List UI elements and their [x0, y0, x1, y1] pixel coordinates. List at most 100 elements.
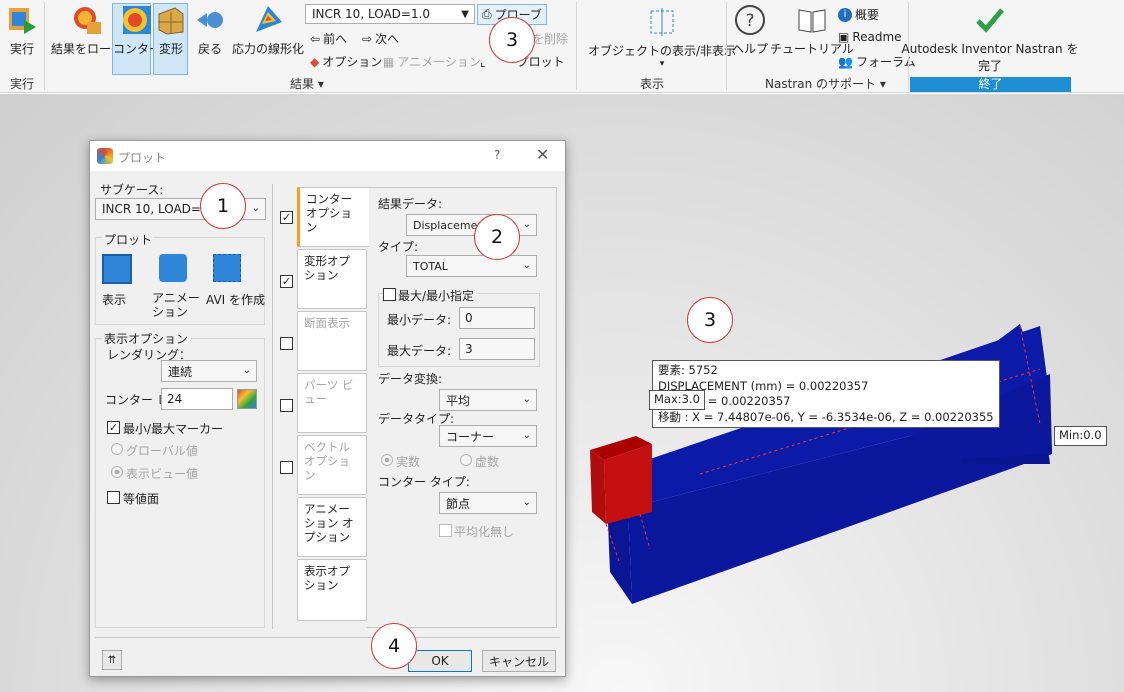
imaginary-radio[interactable]	[460, 454, 472, 466]
data-type-select[interactable]: コーナー ⌄	[439, 425, 537, 447]
data-transform-select[interactable]: 平均 ⌄	[439, 389, 537, 411]
tab-display-options[interactable]: 表示オプション	[297, 559, 367, 621]
vector-options-checkbox[interactable]	[280, 461, 293, 474]
probe-line-components: 移動 : X = 7.44807e-06, Y = -6.3534e-06, Z…	[658, 409, 994, 424]
linearize-button[interactable]: 応力の線形化	[232, 4, 304, 57]
real-label: 実数	[396, 455, 421, 469]
animation-button[interactable]: ▦ アニメーション	[383, 53, 481, 70]
delete-probe-button[interactable]: を削除	[532, 30, 568, 47]
run-label: 実行	[9, 42, 34, 56]
min-data-input[interactable]: 0	[459, 307, 535, 329]
data-type-value: コーナー	[446, 429, 495, 444]
show-hide-icon	[650, 8, 674, 36]
avi-record-icon[interactable]	[213, 254, 241, 282]
animation-plot-label[interactable]: アニメーション	[152, 291, 202, 319]
deform-label: 変形	[158, 42, 183, 56]
tab-contour-options[interactable]: コンター オプション	[297, 187, 369, 247]
contour-levels-input[interactable]: 24	[161, 388, 233, 410]
next-button[interactable]: ⇨ 次へ	[362, 30, 399, 47]
options-button[interactable]: ◆ オプション	[310, 53, 382, 70]
tab-section-view[interactable]: 断面表示	[297, 311, 367, 371]
chevron-down-icon: ⌄	[522, 394, 531, 405]
dialog-titlebar: プロット ? ✕	[90, 141, 565, 171]
minmax-marker-label: 最小/最大マーカー	[123, 422, 224, 436]
back-button[interactable]: 戻る	[194, 4, 226, 57]
dialog-close-icon[interactable]: ✕	[536, 145, 549, 164]
tutorial-book-icon	[798, 9, 826, 33]
deform-button[interactable]: 変形	[155, 4, 187, 57]
type-select[interactable]: TOTAL ⌄	[406, 255, 537, 277]
color-scale-icon[interactable]	[237, 389, 257, 409]
display-options-label: 表示オプション	[102, 330, 191, 347]
ribbon: 実行 実行 結果をロード コンター 変形 戻る 応力の線形化 INCR 10, …	[0, 0, 1124, 93]
contour-type-select[interactable]: 節点 ⌄	[439, 492, 537, 514]
contour-levels-label: コンター レ	[105, 393, 169, 407]
minmax-spec-checkbox[interactable]	[383, 288, 396, 301]
group-run: 実行	[10, 77, 35, 91]
show-plot-label[interactable]: 表示	[102, 291, 126, 308]
part-view-checkbox[interactable]	[280, 399, 293, 412]
arrow-right-icon: ⇨	[362, 31, 373, 46]
deform-options-checkbox[interactable]: ✓	[280, 275, 293, 288]
real-radio[interactable]	[381, 454, 393, 466]
back-label: 戻る	[197, 42, 222, 56]
prev-button[interactable]: ⇦ 前へ	[310, 30, 347, 47]
subcase-label: サブケース:	[100, 183, 164, 197]
tab-part-view[interactable]: パーツ ビュー	[297, 373, 367, 433]
finish-label-1: Autodesk Inventor Nastran を	[901, 42, 1079, 56]
run-button[interactable]: 実行	[6, 4, 38, 57]
iso-surface-checkbox[interactable]	[107, 491, 120, 504]
divider	[44, 2, 45, 90]
tab-deform-options[interactable]: 変形オプション	[297, 249, 367, 309]
divider	[726, 2, 727, 90]
finish-label-2: 完了	[977, 59, 1002, 73]
global-value-label: グローバル値	[126, 444, 198, 458]
group-support[interactable]: Nastran のサポート ▾	[765, 75, 886, 92]
caret-down-icon: ▾	[317, 77, 324, 91]
tab-animation-options[interactable]: アニメーション オプション	[297, 497, 367, 557]
options-label: オプション	[322, 55, 383, 69]
no-averaging-checkbox[interactable]	[439, 524, 452, 537]
callout-4: 4	[371, 623, 417, 669]
chevron-down-icon: ⌄	[522, 430, 531, 441]
group-finish: 終了	[910, 77, 1071, 92]
global-value-radio[interactable]	[111, 443, 123, 455]
readme-link[interactable]: ▣ Readme	[838, 30, 902, 44]
finish-nastran-button[interactable]: Autodesk Inventor Nastran を 完了	[902, 4, 1078, 74]
divider	[95, 637, 560, 638]
overview-link[interactable]: i 概要	[838, 6, 879, 23]
dialog-help-button[interactable]: ?	[494, 148, 500, 162]
show-hide-objects-button[interactable]: オブジェクトの表示/非表示 ▾	[588, 6, 736, 69]
back-arrow-icon	[197, 12, 223, 28]
chevron-down-icon: ⌄	[522, 497, 531, 508]
deform-icon	[158, 7, 184, 35]
group-results[interactable]: 結果 ▾	[290, 75, 324, 92]
rendering-select[interactable]: 連続 ⌄	[161, 360, 257, 382]
ribbon-subcase-select[interactable]: INCR 10, LOAD=1.0 ▼	[305, 4, 475, 24]
checkmark-icon	[976, 8, 1004, 33]
animation-label: アニメーション	[397, 55, 481, 69]
contour-type-value: 節点	[446, 496, 471, 511]
callout-3-viewport: 3	[687, 297, 733, 343]
divider	[272, 184, 273, 629]
result-data-label: 結果データ:	[378, 197, 443, 211]
view-value-radio[interactable]	[111, 466, 123, 478]
show-plot-icon[interactable]	[102, 254, 132, 284]
tab-vector-options[interactable]: ベクトル オプション	[297, 435, 367, 495]
contour-options-checkbox[interactable]: ✓	[280, 211, 293, 224]
collapse-icon[interactable]: ⇈	[102, 650, 122, 670]
caret-down-icon: ▾	[879, 77, 886, 91]
group-display: 表示	[640, 77, 665, 91]
minmax-marker-checkbox[interactable]: ✓	[107, 421, 120, 434]
max-marker: Max:3.0	[649, 390, 705, 410]
create-avi-label[interactable]: AVI を作成	[206, 291, 265, 308]
rendering-value: 連続	[168, 364, 193, 379]
help-button[interactable]: ? ヘルプ	[732, 4, 768, 57]
animation-plot-icon[interactable]	[159, 254, 187, 282]
cancel-button[interactable]: キャンセル	[482, 650, 556, 672]
show-hide-label: オブジェクトの表示/非表示	[588, 44, 737, 58]
probe-line-displacement: DISPLACEMENT (mm) = 0.00220357	[658, 378, 869, 393]
section-view-checkbox[interactable]	[280, 337, 293, 350]
max-data-input[interactable]: 3	[459, 338, 535, 360]
ok-button[interactable]: OK	[408, 650, 472, 672]
